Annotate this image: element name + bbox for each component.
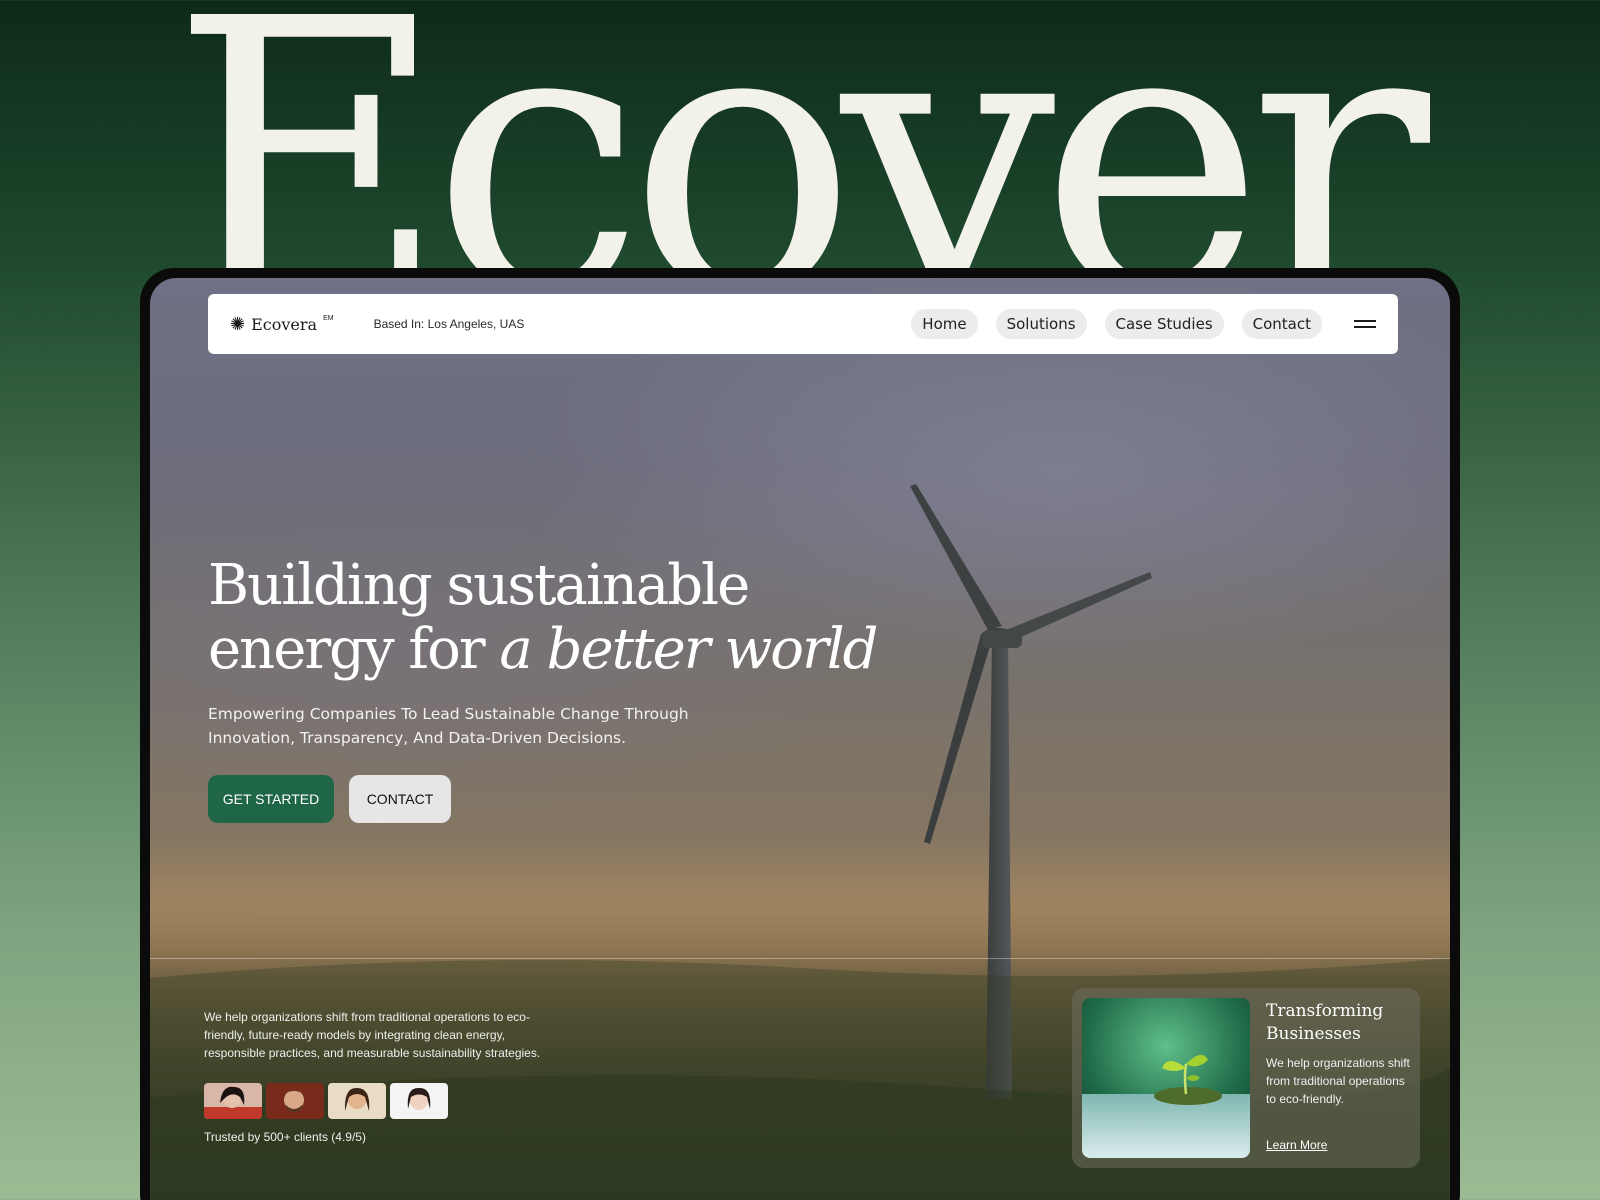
sprout-image [1082,998,1250,1158]
brand-trademark: EM [323,314,334,322]
brand-logo[interactable]: ✺ Ecovera EM [230,315,334,334]
hero-title-plain: energy for [208,617,500,682]
device-frame: ✺ Ecovera EM Based In: Los Angeles, UAS … [140,268,1460,1200]
sunburst-icon: ✺ [230,314,246,334]
nav-item-solutions[interactable]: Solutions [995,309,1087,339]
nav-item-contact[interactable]: Contact [1241,309,1322,339]
avatar [390,1083,448,1119]
card-description: We help organizations shift from traditi… [1266,1056,1410,1106]
avatar [328,1083,386,1119]
client-avatars [204,1083,448,1119]
hero-subtitle: Empowering Companies To Lead Sustainable… [208,705,689,747]
brand-name: Ecovera [251,314,318,334]
learn-more-link[interactable]: Learn More [1266,1138,1327,1152]
hero-title-italic: a better world [499,617,878,682]
hero-title-line1: Building sustainable [208,553,750,618]
get-started-button[interactable]: GET STARTED [208,775,334,823]
hero-title-line2: energy for a better world [208,617,879,682]
nav-item-home[interactable]: Home [911,309,978,339]
nav-item-case-studies[interactable]: Case Studies [1104,309,1224,339]
feature-card: Transforming Businesses We help organiza… [1072,988,1420,1168]
website-screen: ✺ Ecovera EM Based In: Los Angeles, UAS … [150,278,1450,1200]
hamburger-menu-icon[interactable] [1354,319,1376,329]
trusted-clients-text: Trusted by 500+ clients (4.9/5) [204,1130,366,1144]
big-brand-wordmark: Ecovera [170,0,1430,270]
about-text: We help organizations shift from traditi… [204,1010,541,1060]
contact-button[interactable]: CONTACT [349,775,451,823]
avatar [266,1083,324,1119]
hero-title: Building sustainable energy for a better… [208,553,879,682]
section-divider [150,958,1450,959]
card-title: Transforming Businesses [1266,1001,1384,1044]
location-text: Based In: Los Angeles, UAS [373,317,525,331]
avatar [204,1083,262,1119]
navbar: ✺ Ecovera EM Based In: Los Angeles, UAS … [208,294,1398,354]
nav-links: Home Solutions Case Studies Contact [911,309,1376,339]
